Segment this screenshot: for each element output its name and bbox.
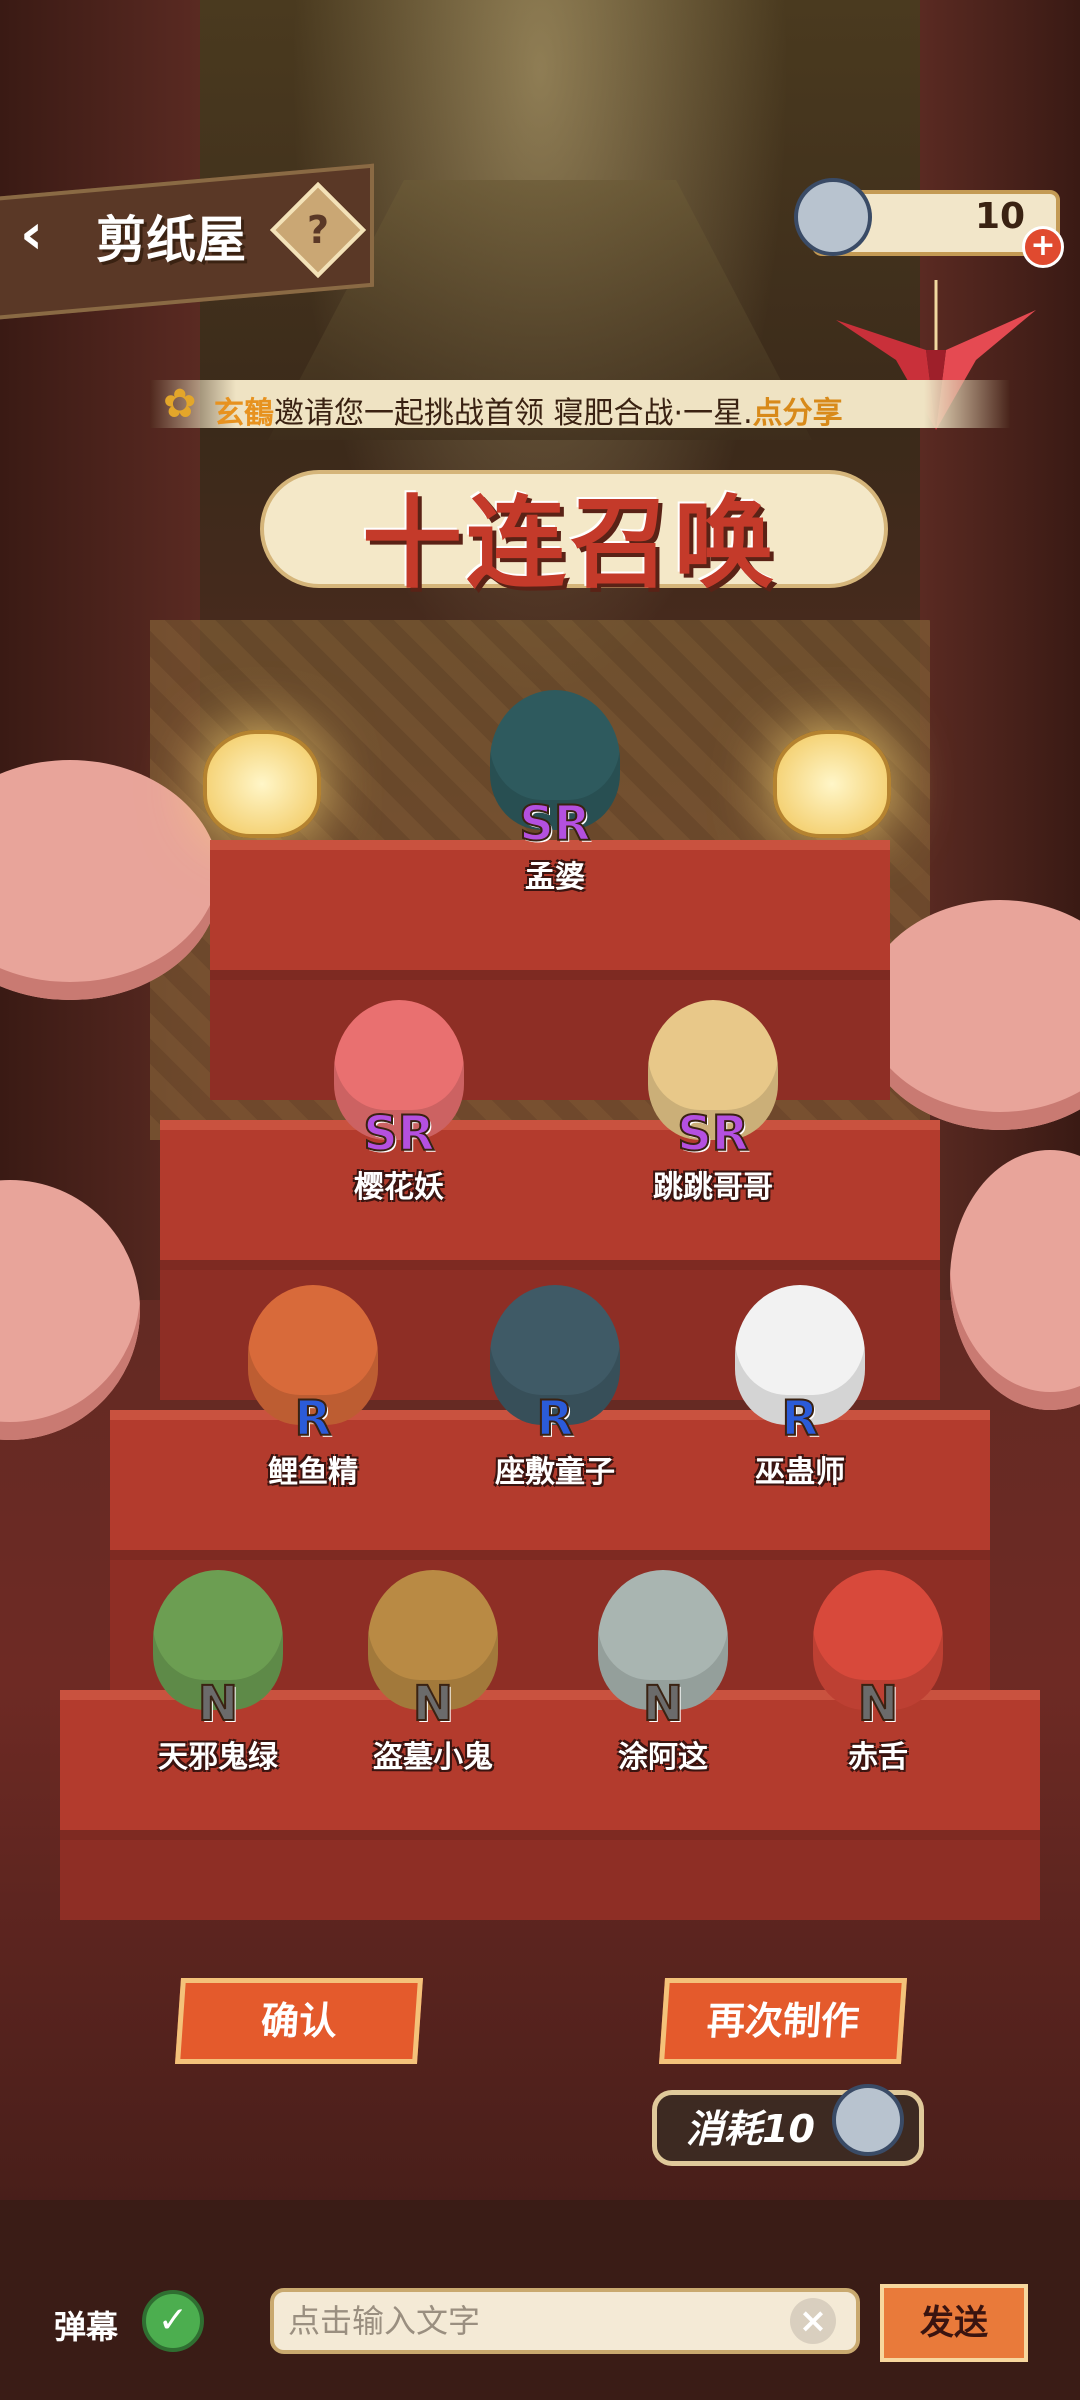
add-currency-button[interactable]: + — [1022, 226, 1064, 268]
rarity-badge: N — [197, 1675, 239, 1733]
summon-result-card[interactable]: R 座敷童子 — [470, 1285, 640, 1491]
character-name: 巫蛊师 — [755, 1455, 845, 1490]
summon-result-card[interactable]: R 鲤鱼精 — [228, 1285, 398, 1491]
lantern-icon — [773, 730, 891, 838]
character-name: 天邪鬼绿 — [158, 1740, 278, 1775]
cost-label: 消耗10 — [686, 2107, 815, 2151]
summon-result-card[interactable]: N 涂阿这 — [578, 1570, 748, 1776]
danmaku-label: 弹幕 — [54, 2308, 119, 2346]
send-button[interactable]: 发送 — [880, 2284, 1028, 2362]
flower-icon: ✿ — [163, 381, 197, 427]
summon-result-card[interactable]: N 天邪鬼绿 — [133, 1570, 303, 1776]
character-name: 樱花妖 — [354, 1170, 444, 1205]
confirm-button[interactable]: 确认 — [174, 1978, 424, 2064]
rarity-badge: SR — [518, 795, 592, 853]
summon-result-card[interactable]: N 盗墓小鬼 — [348, 1570, 518, 1776]
stair-tier-2 — [160, 1120, 940, 1280]
character-name: 孟婆 — [525, 860, 585, 895]
rarity-badge: SR — [362, 1105, 436, 1163]
rarity-badge: R — [536, 1390, 575, 1448]
paper-doll-icon — [794, 178, 872, 256]
character-name: 鲤鱼精 — [268, 1455, 358, 1490]
stair-front — [60, 1840, 1040, 1920]
share-link[interactable]: 点分享 — [753, 396, 843, 431]
summon-result-card[interactable]: R 巫蛊师 — [715, 1285, 885, 1491]
rarity-badge: R — [294, 1390, 333, 1448]
character-name: 赤舌 — [848, 1740, 908, 1775]
question-icon: ? — [306, 208, 330, 252]
summon-result-card[interactable]: SR 樱花妖 — [314, 1000, 484, 1206]
rarity-badge: R — [781, 1390, 820, 1448]
summon-result-card[interactable]: SR 跳跳哥哥 — [628, 1000, 798, 1206]
notice-text: 玄鶴邀请您一起挑战首领 寝肥合战·一星.点分享 — [214, 388, 843, 432]
character-name: 盗墓小鬼 — [373, 1740, 493, 1775]
rarity-badge: N — [412, 1675, 454, 1733]
summon-result-card[interactable]: SR 孟婆 — [470, 690, 640, 896]
notice-name: 玄鶴 — [214, 396, 274, 431]
danmaku-input[interactable] — [270, 2288, 860, 2354]
character-name: 涂阿这 — [618, 1740, 708, 1775]
summon-screen: ‹ 剪纸屋 ? 10 + ✿ 玄鶴邀请您一起挑战首领 寝肥合战·一星.点分享 十… — [0, 0, 1080, 2400]
summon-result-card[interactable]: N 赤舌 — [793, 1570, 963, 1776]
rarity-badge: SR — [676, 1105, 750, 1163]
paper-doll-icon — [832, 2084, 904, 2156]
banner-title: 十连召唤 — [362, 485, 778, 602]
page-title: 剪纸屋 — [96, 211, 246, 269]
make-again-button[interactable]: 再次制作 — [658, 1978, 908, 2064]
character-name: 跳跳哥哥 — [653, 1170, 773, 1205]
lantern-icon — [203, 730, 321, 838]
rarity-badge: N — [642, 1675, 684, 1733]
character-name: 座敷童子 — [495, 1455, 615, 1490]
danmaku-toggle-check-icon[interactable]: ✓ — [142, 2290, 204, 2352]
notice-message: 邀请您一起挑战首领 寝肥合战·一星. — [274, 396, 753, 431]
clear-icon[interactable]: × — [790, 2298, 836, 2344]
back-arrow-icon[interactable]: ‹ — [20, 205, 80, 265]
rarity-badge: N — [857, 1675, 899, 1733]
